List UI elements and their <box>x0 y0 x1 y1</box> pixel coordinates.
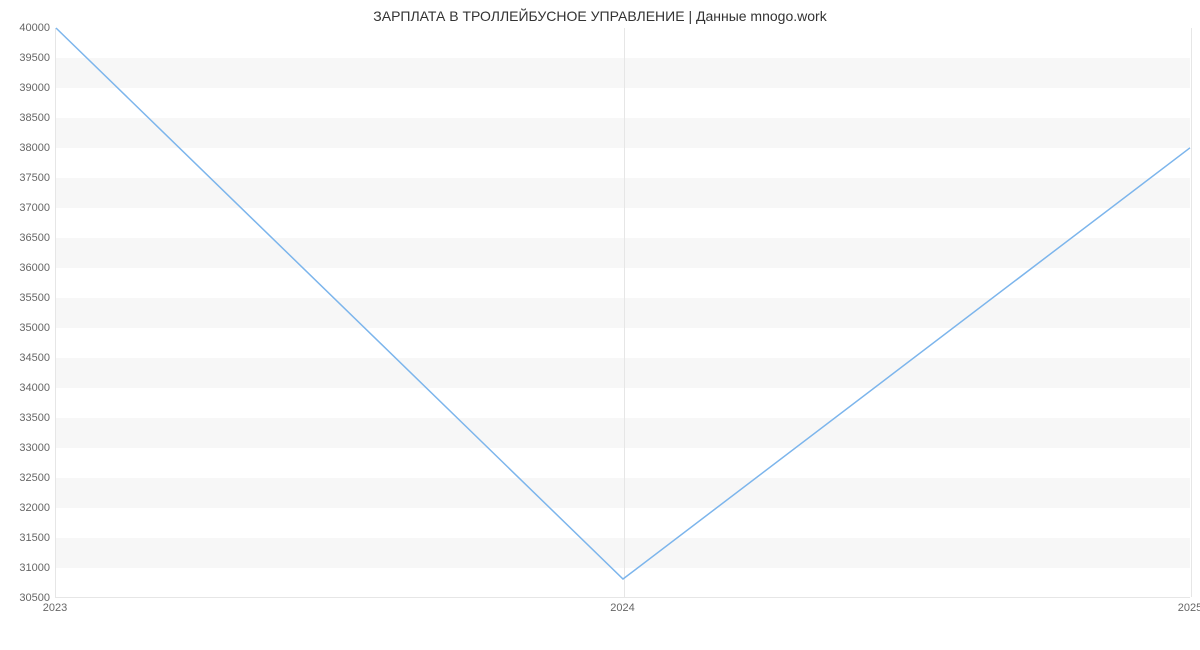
y-tick-label: 37500 <box>5 172 50 184</box>
y-tick-label: 36500 <box>5 232 50 244</box>
y-tick-label: 31500 <box>5 532 50 544</box>
y-tick-label: 39000 <box>5 82 50 94</box>
x-tick-label: 2023 <box>43 602 67 614</box>
y-tick-label: 34000 <box>5 382 50 394</box>
y-tick-label: 34500 <box>5 352 50 364</box>
y-tick-label: 32500 <box>5 472 50 484</box>
y-tick-label: 36000 <box>5 262 50 274</box>
y-tick-label: 39500 <box>5 52 50 64</box>
y-tick-label: 35000 <box>5 322 50 334</box>
y-tick-label: 38000 <box>5 142 50 154</box>
line-series <box>56 28 1190 597</box>
plot-area <box>55 28 1190 598</box>
y-tick-label: 37000 <box>5 202 50 214</box>
y-tick-label: 33000 <box>5 442 50 454</box>
y-tick-label: 32000 <box>5 502 50 514</box>
x-tick-label: 2024 <box>610 602 634 614</box>
y-tick-label: 40000 <box>5 22 50 34</box>
y-tick-label: 31000 <box>5 562 50 574</box>
x-tick-label: 2025 <box>1178 602 1200 614</box>
y-tick-label: 38500 <box>5 112 50 124</box>
y-tick-label: 33500 <box>5 412 50 424</box>
y-tick-label: 35500 <box>5 292 50 304</box>
x-gridline <box>1191 28 1192 597</box>
chart-title: ЗАРПЛАТА В ТРОЛЛЕЙБУСНОЕ УПРАВЛЕНИЕ | Да… <box>0 8 1200 24</box>
chart-container: ЗАРПЛАТА В ТРОЛЛЕЙБУСНОЕ УПРАВЛЕНИЕ | Да… <box>0 0 1200 650</box>
series-line <box>56 28 1190 579</box>
